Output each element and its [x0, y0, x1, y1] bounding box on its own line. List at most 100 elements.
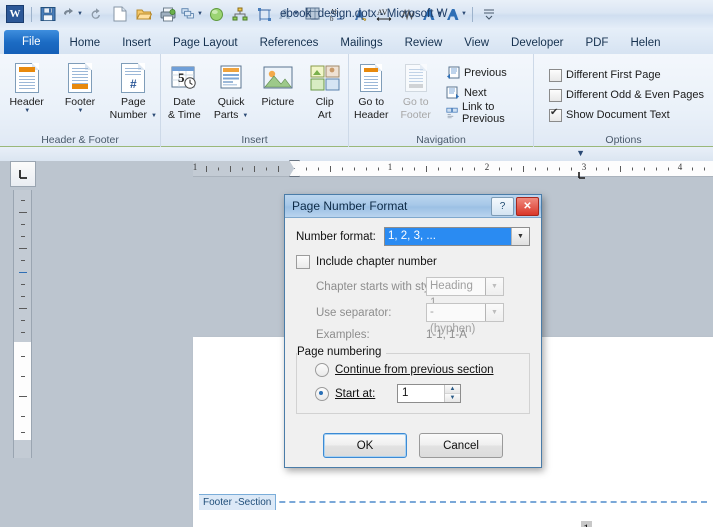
open-folder-icon[interactable] [133, 3, 155, 25]
picture-button[interactable]: Picture [255, 58, 302, 108]
ok-button[interactable]: OK [323, 433, 407, 458]
redo-icon[interactable] [85, 3, 107, 25]
left-tab-stop-icon[interactable] [10, 161, 36, 187]
start-at-value[interactable]: 1 [398, 385, 444, 402]
dialog-title-bar: Page Number Format ? ✕ [285, 195, 541, 218]
clip-art-icon [310, 61, 340, 95]
text-box-b-dropdown-icon[interactable]: ▼ [461, 11, 467, 17]
header-dropdown-icon[interactable]: ▼ [24, 108, 30, 114]
close-icon[interactable]: ✕ [516, 196, 539, 216]
tab-mailings[interactable]: Mailings [329, 32, 393, 54]
previous-button[interactable]: Previous [443, 63, 528, 83]
equation-icon[interactable] [397, 3, 419, 25]
previous-icon [446, 66, 460, 79]
undo-dropdown-icon[interactable]: ▼ [77, 11, 83, 17]
header-button[interactable]: Header ▼ [0, 58, 53, 114]
left-tab-stop-marker[interactable] [578, 166, 586, 179]
character-spacing-icon[interactable]: AV [373, 3, 395, 25]
help-button[interactable]: ? [491, 196, 514, 216]
horizontal-ruler[interactable]: 1 1 2 3 4 [193, 160, 713, 179]
link-to-previous-button[interactable]: Link to Previous [443, 101, 528, 125]
chevron-down-icon[interactable]: ▼ [485, 304, 503, 321]
line-break-icon[interactable]: Ab b [325, 3, 347, 25]
stepper-down-icon[interactable]: ▼ [445, 393, 460, 402]
include-chapter-number-checkbox[interactable] [296, 255, 310, 269]
start-at-stepper[interactable]: 1 ▲ ▼ [397, 384, 461, 403]
go-to-footer-button[interactable]: Go to Footer [393, 58, 437, 121]
include-chapter-number-row[interactable]: Include chapter number [296, 255, 530, 269]
next-button[interactable]: Next [443, 83, 528, 103]
page-number-button[interactable]: # Page Number ▼ [107, 58, 160, 121]
link-to-previous-label: Link to Previous [462, 101, 505, 125]
vertical-ruler[interactable] [13, 190, 32, 458]
green-circle-icon[interactable] [205, 3, 227, 25]
collapse-ribbon-icon[interactable]: ▼ [576, 148, 585, 158]
footer-button[interactable]: Footer ▼ [53, 58, 106, 114]
undo-icon[interactable]: ▼ [61, 3, 83, 25]
print-icon[interactable] [157, 3, 179, 25]
text-direction-dropdown-icon[interactable]: ▼ [293, 11, 299, 17]
tab-developer[interactable]: Developer [500, 32, 574, 54]
tab-pdf[interactable]: PDF [574, 32, 619, 54]
go-to-header-button[interactable]: Go to Header [349, 58, 393, 121]
table-icon[interactable] [301, 3, 323, 25]
chevron-down-icon[interactable]: ▼ [511, 228, 529, 245]
format-painter-icon[interactable] [349, 3, 371, 25]
save-icon[interactable] [37, 3, 59, 25]
cancel-button[interactable]: Cancel [419, 433, 503, 458]
date-time-icon: 5 [169, 61, 199, 95]
hierarchy-icon[interactable] [229, 3, 251, 25]
quick-parts-button[interactable]: Quick Parts ▼ [208, 58, 255, 121]
checkbox-box-checked [549, 107, 562, 122]
organization-chart-icon[interactable]: ▼ [181, 3, 203, 25]
examples-value: 1-1, 1-A [426, 329, 467, 341]
number-format-combobox[interactable]: 1, 2, 3, ... ▼ [384, 227, 530, 246]
different-odd-even-checkbox[interactable]: Different Odd & Even Pages [546, 85, 708, 105]
quick-access-toolbar[interactable]: W ▼ ▼ ▼ Ab b AV ▼ ▼ [0, 3, 500, 25]
crop-icon[interactable] [253, 3, 275, 25]
text-box-b-icon[interactable]: ▼ [445, 3, 467, 25]
chevron-down-icon[interactable]: ▼ [485, 278, 503, 295]
text-box-a-dropdown-icon[interactable]: ▼ [437, 11, 443, 17]
continue-from-previous-radio-row[interactable]: Continue from previous section [315, 363, 520, 377]
tab-file[interactable]: File [4, 30, 59, 54]
stepper-up-icon[interactable]: ▲ [445, 385, 460, 393]
tab-view[interactable]: View [453, 32, 500, 54]
text-box-a-icon[interactable]: ▼ [421, 3, 443, 25]
start-at-radio[interactable] [315, 386, 329, 401]
tab-home[interactable]: Home [59, 32, 112, 54]
customize-qat-icon[interactable] [478, 3, 500, 25]
footer-section-tab: Footer -Section [199, 494, 277, 510]
next-icon [446, 86, 459, 99]
separator-combobox[interactable]: - (hyphen) ▼ [426, 303, 504, 335]
new-document-icon[interactable] [109, 3, 131, 25]
tab-review[interactable]: Review [394, 32, 454, 54]
smartart-dropdown-icon[interactable]: ▼ [197, 11, 203, 17]
quick-parts-dropdown-icon[interactable]: ▼ [242, 113, 248, 119]
text-direction-icon[interactable]: ▼ [277, 3, 299, 25]
page-number-field[interactable]: 1 [581, 521, 592, 527]
show-document-text-checkbox[interactable]: Show Document Text [546, 105, 708, 125]
chapter-style-row: Chapter starts with style: Heading 1 ▼ [316, 277, 530, 309]
clip-art-button[interactable]: Clip Art [301, 58, 348, 121]
tab-references[interactable]: References [249, 32, 330, 54]
ribbon-group-header-footer: Header ▼ Footer ▼ # Page Number ▼ Header… [0, 54, 160, 147]
ribbon-group-navigation: Go to Header Go to Footer Previous Next [348, 54, 533, 147]
page-number-dropdown-icon[interactable]: ▼ [151, 113, 157, 119]
quick-parts-icon [217, 61, 245, 95]
date-time-button[interactable]: 5 Date & Time [161, 58, 208, 121]
group-label-navigation: Navigation [416, 134, 466, 146]
start-at-row[interactable]: Start at: 1 ▲ ▼ [315, 384, 520, 403]
word-logo-icon[interactable]: W [4, 3, 26, 25]
different-first-page-checkbox[interactable]: Different First Page [546, 65, 708, 85]
chapter-style-value: Heading 1 [430, 280, 473, 309]
tab-page-layout[interactable]: Page Layout [162, 32, 249, 54]
tab-helen[interactable]: Helen [619, 32, 671, 54]
footer-dropdown-icon[interactable]: ▼ [78, 108, 84, 114]
number-format-label: Number format: [296, 230, 376, 243]
quick-parts-sublabel: Parts [213, 109, 239, 121]
continue-from-previous-radio[interactable] [315, 363, 329, 377]
ribbon-group-insert: 5 Date & Time Quick Parts ▼ Picture Clip… [160, 54, 348, 147]
chapter-style-combobox[interactable]: Heading 1 ▼ [426, 277, 504, 309]
tab-insert[interactable]: Insert [111, 32, 162, 54]
